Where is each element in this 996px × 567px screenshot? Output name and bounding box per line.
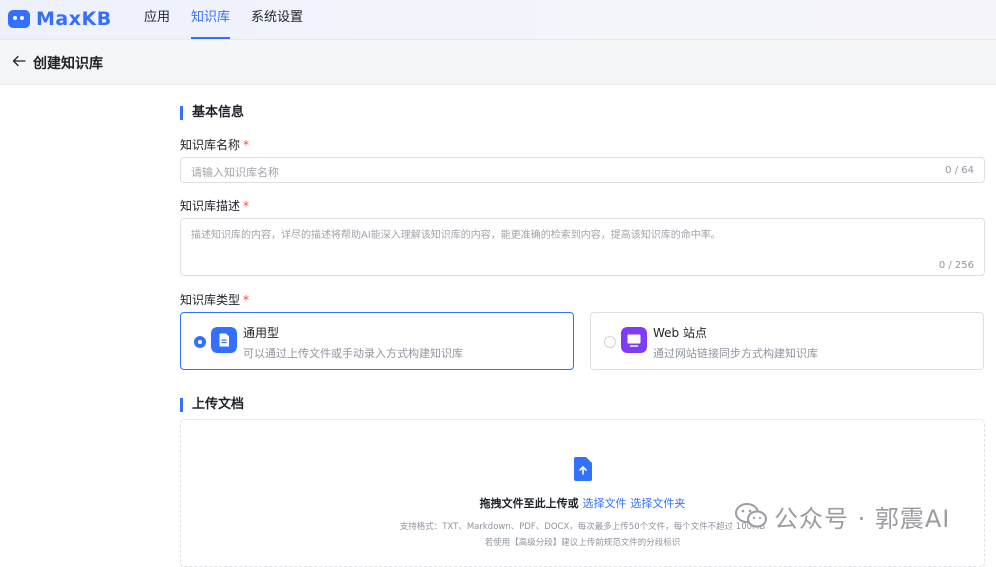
upload-heading: 上传文档 (180, 398, 244, 412)
watermark-text: 公众号 · 郭震AI (774, 504, 951, 533)
desc-placeholder: 描述知识库的内容，详尽的描述将帮助AI能深入理解该知识库的内容，能更准确的检索到… (191, 230, 721, 241)
name-char-count: 0 / 64 (945, 165, 974, 176)
monitor-icon (621, 327, 647, 353)
chat-bubble-icon (8, 10, 30, 28)
select-file-link[interactable]: 选择文件 (583, 497, 627, 510)
brand-name: MaxKB (36, 8, 112, 30)
drop-text: 拖拽文件至此上传或 (479, 497, 579, 510)
knowledge-desc-textarea[interactable]: 描述知识库的内容，详尽的描述将帮助AI能深入理解该知识库的内容，能更准确的检索到… (180, 218, 985, 276)
radio-general[interactable] (194, 336, 206, 348)
type-desc-general: 可以通过上传文件或手动录入方式构建知识库 (243, 347, 463, 360)
upload-file-icon (574, 457, 592, 481)
brand-logo[interactable]: MaxKB (8, 7, 112, 31)
watermark: 公众号 · 郭震AI (734, 500, 951, 533)
type-name-general: 通用型 (243, 326, 280, 340)
type-label: 知识库类型 * (180, 291, 249, 308)
required-mark: * (243, 138, 250, 152)
desc-char-count: 0 / 256 (938, 260, 974, 271)
create-knowledge-form: 基本信息 知识库名称 * 请输入知识库名称 0 / 64 知识库描述 * 描述知识库… (0, 86, 996, 567)
name-label-text: 知识库名称 (180, 138, 241, 152)
type-name-web: Web 站点 (653, 326, 707, 340)
document-icon (211, 327, 237, 353)
required-mark: * (243, 199, 250, 213)
desc-label: 知识库描述 * (180, 197, 249, 214)
page-title: 创建知识库 (33, 56, 103, 72)
segment-hint: 若使用【高级分段】建议上传前规范文件的分段标识 (484, 538, 681, 548)
nav-item-knowledge[interactable]: 知识库 (191, 0, 231, 40)
page-header: 创建知识库 (0, 40, 996, 85)
basic-info-heading: 基本信息 (180, 106, 244, 120)
required-mark: * (243, 293, 250, 307)
name-label: 知识库名称 * (180, 136, 249, 153)
name-placeholder: 请输入知识库名称 (191, 166, 279, 179)
select-folder-link[interactable]: 选择文件夹 (630, 497, 685, 510)
radio-web[interactable] (604, 336, 616, 348)
type-desc-web: 通过网站链接同步方式构建知识库 (653, 347, 818, 360)
top-navbar: MaxKB 应用 知识库 系统设置 (0, 0, 996, 40)
knowledge-name-input[interactable]: 请输入知识库名称 0 / 64 (180, 157, 985, 183)
type-card-general[interactable]: 通用型 可以通过上传文件或手动录入方式构建知识库 (180, 312, 574, 370)
type-card-web[interactable]: Web 站点 通过网站链接同步方式构建知识库 (590, 312, 984, 370)
nav-item-settings[interactable]: 系统设置 (251, 0, 303, 40)
type-label-text: 知识库类型 (180, 293, 241, 307)
wechat-icon (735, 503, 767, 528)
back-arrow-icon[interactable] (12, 54, 26, 68)
desc-label-text: 知识库描述 (180, 199, 241, 213)
file-dropzone[interactable]: 拖拽文件至此上传或 选择文件 选择文件夹 支持格式：TXT、Markdown、P… (180, 419, 985, 567)
nav-item-apps[interactable]: 应用 (144, 0, 170, 40)
